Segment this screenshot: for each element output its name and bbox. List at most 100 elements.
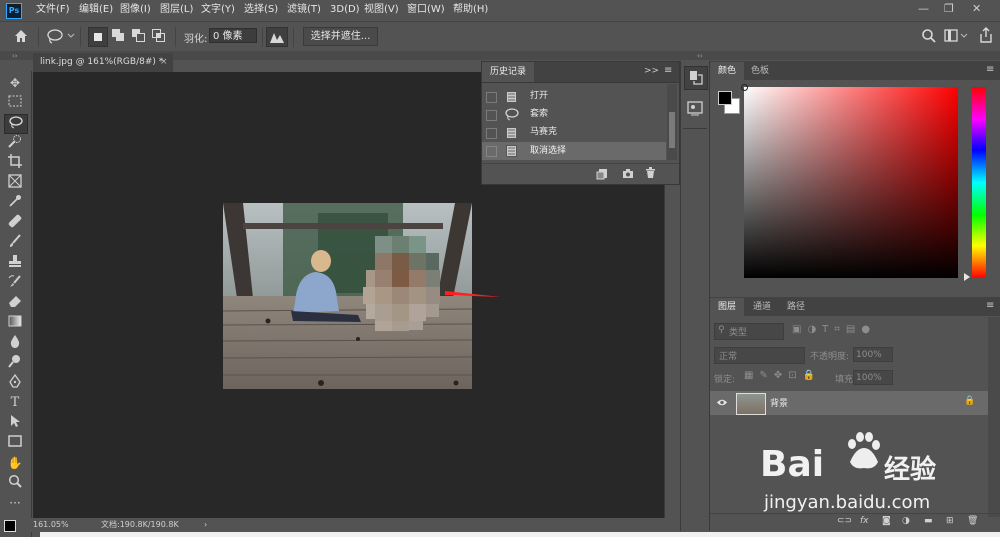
workspace-icon[interactable] bbox=[944, 28, 970, 44]
panel-menu-icon[interactable]: ≡ bbox=[664, 65, 672, 76]
tab-paths[interactable]: 路径 bbox=[782, 298, 810, 316]
history-state-item-selected[interactable]: 取消选择 bbox=[482, 142, 666, 160]
marquee-tool-icon[interactable] bbox=[4, 94, 26, 112]
menu-3d[interactable]: 3D(D) bbox=[330, 3, 360, 17]
hand-tool-icon[interactable]: ✋ bbox=[4, 454, 26, 472]
rectangle-tool-icon[interactable] bbox=[4, 434, 26, 452]
intersect-selection-icon[interactable] bbox=[150, 27, 168, 45]
maximize-button[interactable]: ❐ bbox=[944, 2, 954, 15]
history-source-checkbox[interactable] bbox=[486, 92, 497, 103]
opacity-input[interactable]: 100% bbox=[853, 347, 893, 362]
close-window-button[interactable]: ✕ bbox=[972, 2, 981, 15]
type-tool-icon[interactable]: T bbox=[4, 394, 26, 412]
properties-panel-icon[interactable] bbox=[684, 98, 706, 120]
history-panel-icon[interactable] bbox=[684, 66, 708, 90]
history-state-item[interactable]: 马赛克 bbox=[482, 124, 666, 141]
history-panel-tab[interactable]: 历史记录 bbox=[482, 62, 534, 82]
crop-tool-icon[interactable] bbox=[4, 154, 26, 172]
subtract-from-selection-icon[interactable] bbox=[130, 27, 148, 45]
share-icon[interactable] bbox=[978, 27, 994, 44]
menu-view[interactable]: 视图(V) bbox=[364, 3, 399, 17]
eraser-tool-icon[interactable] bbox=[4, 294, 26, 312]
lock-icons[interactable]: ▦✎✥⊡🔒 bbox=[744, 370, 821, 381]
dodge-tool-icon[interactable] bbox=[4, 354, 26, 372]
history-source-checkbox[interactable] bbox=[486, 128, 497, 139]
menu-image[interactable]: 图像(I) bbox=[120, 3, 151, 17]
eye-icon[interactable] bbox=[716, 398, 728, 407]
add-to-selection-icon[interactable] bbox=[110, 27, 128, 45]
collapsed-panels-strip bbox=[680, 61, 710, 531]
panel-menu-icon[interactable]: ≡ bbox=[986, 300, 994, 311]
blend-mode-select[interactable]: 正常 bbox=[714, 347, 805, 364]
search-icon[interactable] bbox=[921, 28, 937, 44]
color-saturation-field[interactable] bbox=[741, 84, 958, 278]
menu-filter[interactable]: 滤镜(T) bbox=[287, 3, 321, 17]
select-and-mask-button[interactable]: 选择并遮住... bbox=[303, 27, 378, 46]
menu-select[interactable]: 选择(S) bbox=[244, 3, 278, 17]
menu-file[interactable]: 文件(F) bbox=[36, 3, 70, 17]
feather-label: 羽化: bbox=[184, 34, 208, 45]
pen-tool-icon[interactable] bbox=[4, 373, 26, 392]
foreground-color-swatch[interactable] bbox=[4, 520, 16, 532]
fill-input[interactable]: 100% bbox=[853, 370, 893, 385]
collapse-panels-icon[interactable]: ‹‹ bbox=[697, 52, 703, 60]
feather-input[interactable]: 0 像素 bbox=[209, 28, 257, 43]
blur-tool-icon[interactable] bbox=[4, 334, 26, 352]
zoom-level[interactable]: 161.05% bbox=[33, 518, 69, 532]
history-state-item[interactable]: 套索 bbox=[482, 106, 666, 123]
foreground-swatch[interactable] bbox=[718, 91, 732, 105]
opacity-label: 不透明度: bbox=[810, 352, 850, 362]
anti-alias-icon[interactable] bbox=[266, 27, 288, 47]
new-selection-icon[interactable] bbox=[88, 27, 108, 47]
tab-color[interactable]: 颜色 bbox=[710, 62, 744, 80]
eyedropper-tool-icon[interactable] bbox=[4, 194, 26, 212]
hue-slider[interactable] bbox=[972, 87, 986, 278]
menu-window[interactable]: 窗口(W) bbox=[407, 3, 445, 17]
healing-brush-tool-icon[interactable] bbox=[4, 214, 26, 232]
menu-type[interactable]: 文字(Y) bbox=[201, 3, 235, 17]
history-brush-tool-icon[interactable] bbox=[4, 274, 26, 292]
collapse-toolbar-icon[interactable]: ›› bbox=[12, 52, 18, 60]
clone-stamp-tool-icon[interactable] bbox=[4, 254, 26, 272]
hue-slider-handle[interactable] bbox=[964, 273, 970, 281]
history-scrollbar[interactable] bbox=[667, 84, 677, 160]
status-menu-arrow[interactable]: › bbox=[204, 518, 207, 532]
history-source-checkbox[interactable] bbox=[486, 110, 497, 121]
history-state-item[interactable]: 打开 bbox=[482, 88, 666, 105]
brush-tool-icon[interactable] bbox=[4, 234, 26, 252]
zoom-tool-icon[interactable] bbox=[4, 474, 26, 492]
lasso-preset-picker[interactable] bbox=[46, 27, 76, 45]
watermark-jingyan: 经验 bbox=[884, 455, 937, 485]
tab-layers[interactable]: 图层 bbox=[710, 298, 744, 316]
more-tools-icon[interactable]: ··· bbox=[4, 494, 26, 512]
quick-selection-tool-icon[interactable] bbox=[4, 134, 26, 152]
menu-help[interactable]: 帮助(H) bbox=[453, 3, 488, 17]
document-tab[interactable]: link.jpg @ 161%(RGB/8#) * × bbox=[33, 53, 173, 72]
gradient-tool-icon[interactable] bbox=[4, 314, 26, 332]
home-icon[interactable] bbox=[12, 27, 30, 45]
layer-filter-select[interactable]: ⚲ 类型 bbox=[714, 323, 784, 340]
layer-name[interactable]: 背景 bbox=[770, 396, 788, 409]
color-picker-cursor[interactable] bbox=[741, 84, 748, 91]
move-tool-icon[interactable]: ✥ bbox=[4, 74, 26, 92]
collapse-icon[interactable]: >> bbox=[644, 66, 659, 76]
frame-tool-icon[interactable] bbox=[4, 174, 26, 192]
lasso-tool-icon[interactable] bbox=[4, 114, 28, 134]
panel-menu-icon[interactable]: ≡ bbox=[986, 64, 994, 75]
history-source-checkbox[interactable] bbox=[486, 146, 497, 157]
camera-icon[interactable] bbox=[622, 168, 634, 179]
tab-channels[interactable]: 通道 bbox=[748, 298, 776, 316]
layer-filter-icons[interactable]: ▣◑T⌗▤● bbox=[792, 324, 876, 335]
document-image[interactable] bbox=[223, 203, 472, 389]
trash-icon[interactable] bbox=[645, 167, 656, 179]
menu-edit[interactable]: 编辑(E) bbox=[79, 3, 113, 17]
layer-filter-value: 类型 bbox=[729, 328, 748, 338]
close-tab-icon[interactable]: × bbox=[160, 53, 168, 72]
path-selection-tool-icon[interactable] bbox=[4, 414, 26, 432]
menu-layer[interactable]: 图层(L) bbox=[160, 3, 193, 17]
minimize-button[interactable]: — bbox=[918, 2, 929, 15]
tab-swatches[interactable]: 色板 bbox=[747, 62, 773, 80]
new-document-from-state-icon[interactable] bbox=[596, 168, 608, 180]
history-scroll-thumb[interactable] bbox=[669, 112, 675, 148]
layer-row-background[interactable]: 背景 🔒 bbox=[710, 391, 988, 415]
